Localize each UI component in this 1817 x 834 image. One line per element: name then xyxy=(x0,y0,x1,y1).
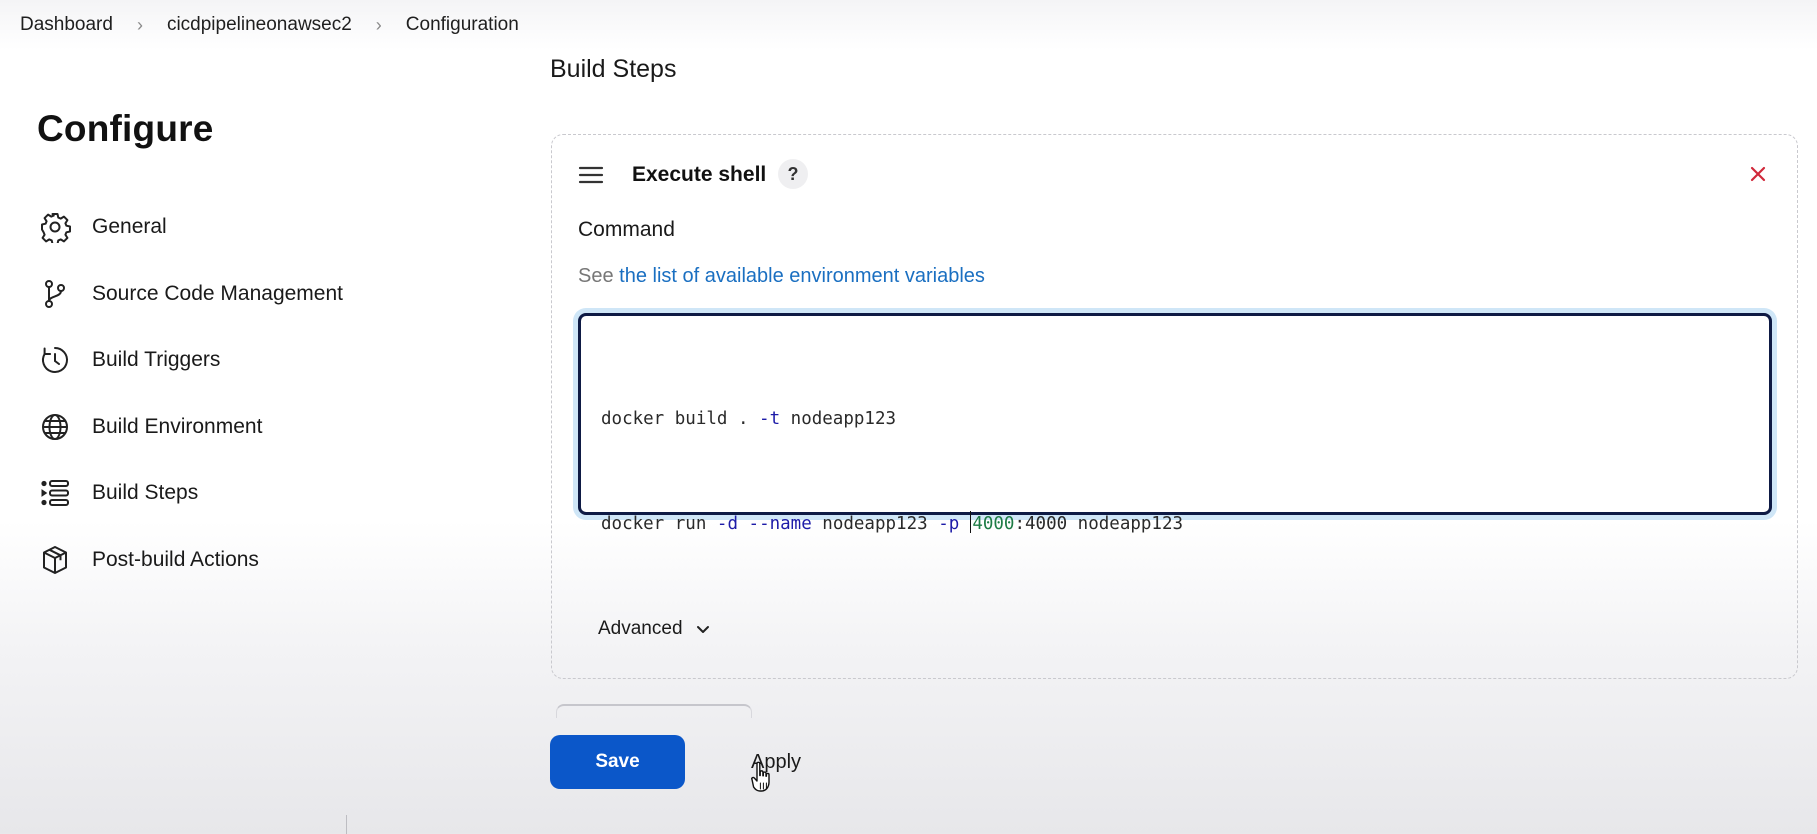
section-title-build-steps: Build Steps xyxy=(550,55,677,83)
env-hint-prefix: See xyxy=(578,265,614,287)
sidebar-nav: General Source Code Management Build Tri… xyxy=(38,208,458,608)
globe-icon xyxy=(38,410,72,444)
page-title: Configure xyxy=(37,108,214,149)
sidebar-item-label: Build Environment xyxy=(92,414,263,438)
hand-cursor-icon xyxy=(748,760,778,796)
sidebar-item-general[interactable]: General xyxy=(38,208,458,246)
divider xyxy=(346,815,347,834)
sidebar-item-label: Build Triggers xyxy=(92,348,221,372)
sidebar-item-build-steps[interactable]: Build Steps xyxy=(38,474,458,512)
breadcrumb: Dashboard › cicdpipelineonawsec2 › Confi… xyxy=(0,0,1817,50)
clock-icon xyxy=(38,343,72,377)
sidebar-item-build-triggers[interactable]: Build Triggers xyxy=(38,341,458,379)
advanced-toggle[interactable]: Advanced xyxy=(598,618,711,640)
env-vars-link[interactable]: the list of available environment variab… xyxy=(619,265,985,287)
sidebar-item-build-environment[interactable]: Build Environment xyxy=(38,408,458,446)
resize-grip-icon[interactable] xyxy=(1754,497,1766,509)
step-title: Execute shell xyxy=(632,163,767,186)
chevron-right-icon: › xyxy=(136,14,143,35)
command-line: docker build . -t nodeapp123 xyxy=(601,409,897,429)
chevron-down-icon xyxy=(695,621,711,637)
sidebar-item-source-code-management[interactable]: Source Code Management xyxy=(38,275,458,313)
chevron-right-icon: › xyxy=(375,14,382,35)
breadcrumb-project[interactable]: cicdpipelineonawsec2 xyxy=(167,14,352,36)
save-button[interactable]: Save xyxy=(550,735,685,789)
sidebar-item-label: Source Code Management xyxy=(92,281,343,305)
command-textarea[interactable]: docker build . -t nodeapp123 docker run … xyxy=(578,313,1772,534)
env-vars-hint: See the list of available environment va… xyxy=(578,265,985,288)
list-icon xyxy=(38,476,72,510)
package-icon xyxy=(38,543,72,577)
command-line: docker run -d --name nodeapp123 -p 4000:… xyxy=(601,507,1749,542)
add-build-step-button[interactable] xyxy=(556,704,752,718)
git-branch-icon xyxy=(38,277,72,311)
close-icon[interactable] xyxy=(1745,161,1771,187)
gear-icon xyxy=(38,210,72,244)
drag-handle-icon[interactable] xyxy=(578,165,604,185)
sidebar-item-label: General xyxy=(92,215,167,238)
sidebar-item-label: Post-build Actions xyxy=(92,547,259,571)
command-label: Command xyxy=(578,218,675,241)
advanced-label: Advanced xyxy=(598,618,683,639)
sidebar-item-post-build-actions[interactable]: Post-build Actions xyxy=(38,541,458,579)
breadcrumb-dashboard[interactable]: Dashboard xyxy=(20,14,113,36)
build-step-card: Execute shell ? Command See the list of … xyxy=(551,134,1798,679)
breadcrumb-configuration[interactable]: Configuration xyxy=(406,14,519,36)
help-icon[interactable]: ? xyxy=(778,159,808,189)
sidebar-item-label: Build Steps xyxy=(92,481,199,505)
